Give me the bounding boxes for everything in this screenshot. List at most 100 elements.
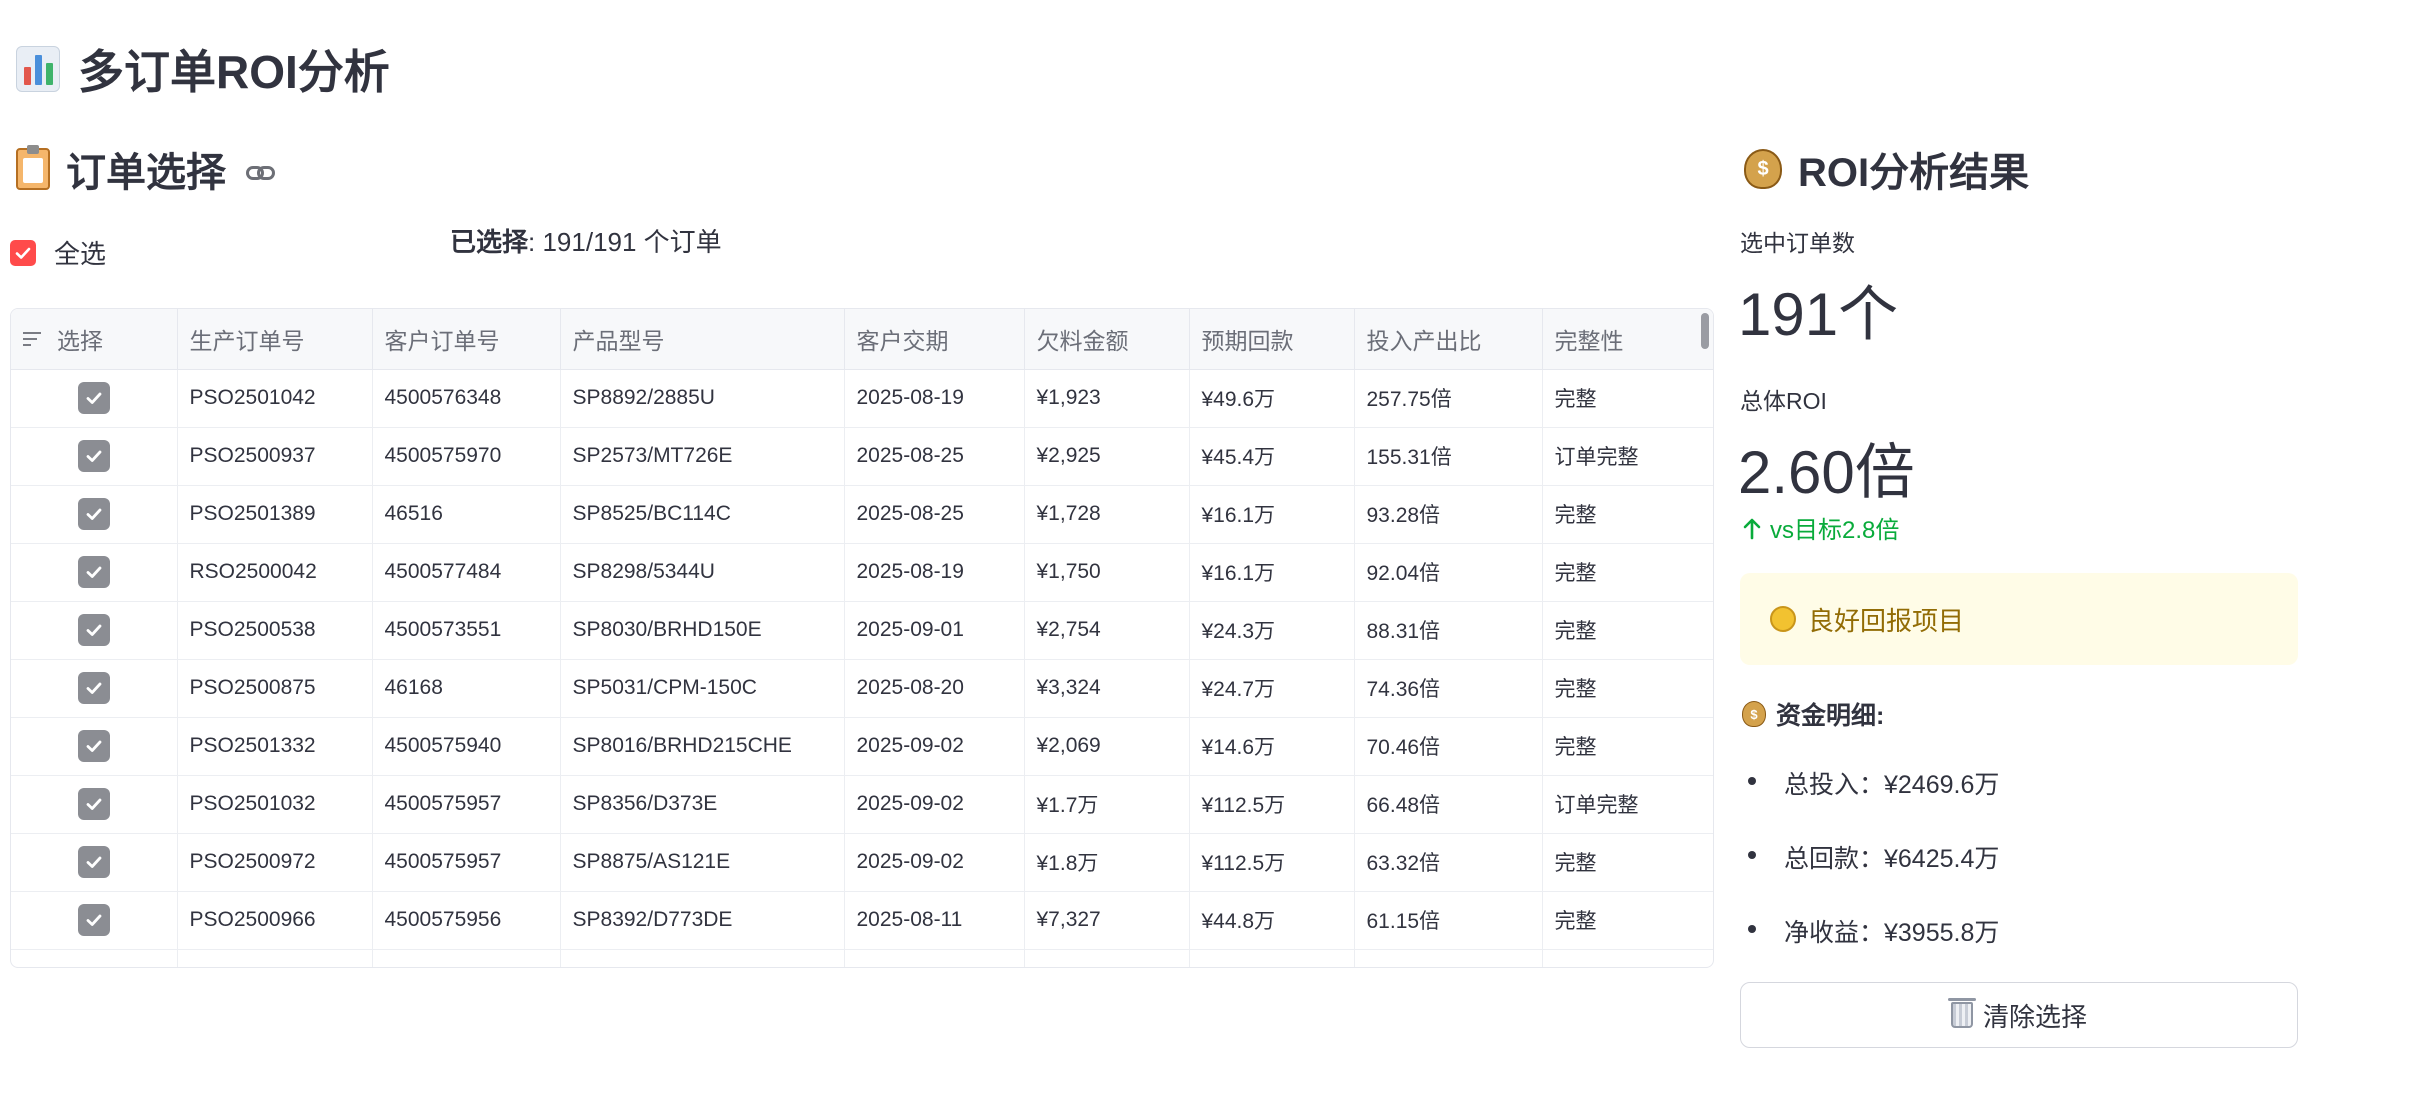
row-select-cell[interactable] xyxy=(11,601,178,660)
clear-selection-button[interactable]: 清除选择 xyxy=(1740,982,2298,1048)
table-header-row: 选择 生产订单号 客户订单号 产品型号 客户交期 欠料金额 预期回款 投入产出比… xyxy=(11,309,1713,370)
shortage-amount-cell: ¥1,923 xyxy=(1024,369,1190,428)
roi-delta-text: vs目标2.8倍 xyxy=(1770,517,1900,544)
delivery-date-cell: 2025-09-02 xyxy=(844,775,1025,834)
row-checkbox[interactable] xyxy=(77,614,110,646)
roi-status-text: 良好回报项目 xyxy=(1808,605,1965,636)
table-row[interactable]: PSO2500937 4500575970 SP2573/MT726E 2025-08… xyxy=(11,427,1713,486)
roi-cell: 63.32倍 xyxy=(1354,833,1543,892)
row-checkbox[interactable] xyxy=(77,788,110,820)
link-icon[interactable] xyxy=(246,166,276,182)
column-header-production-order[interactable]: 生产订单号 xyxy=(177,309,373,370)
table-row[interactable]: PSO2501032 4500575957 SP8356/D373E 2025-09-… xyxy=(11,775,1713,834)
customer-order-cell: 4500577484 xyxy=(372,543,561,602)
roi-cell: 93.28倍 xyxy=(1354,485,1543,544)
row-checkbox[interactable] xyxy=(77,846,110,878)
selected-orders-label: 选中订单数 xyxy=(1740,230,1855,256)
table-scrollbar[interactable] xyxy=(1701,313,1709,349)
expected-return-cell: ¥45.4万 xyxy=(1189,427,1355,486)
table-row[interactable]: PSO2500875 46168 SP5031/CPM-150C 2025-08-20… xyxy=(11,659,1713,718)
select-all-label: 全选 xyxy=(54,239,107,269)
row-select-cell[interactable] xyxy=(11,485,178,544)
column-header-roi[interactable]: 投入产出比 xyxy=(1354,309,1543,370)
table-row[interactable]: PSO2500966 4500575956 SP8392/D773DE 2025-08… xyxy=(11,891,1713,950)
roi-cell: 70.46倍 xyxy=(1354,717,1543,776)
row-select-cell[interactable] xyxy=(11,659,178,718)
production-order-cell: RSO2500042 xyxy=(177,543,373,602)
shortage-amount-cell: ¥1.7万 xyxy=(1024,775,1190,834)
row-select-cell[interactable] xyxy=(11,369,178,428)
row-select-cell[interactable] xyxy=(11,833,178,892)
shortage-amount-cell: ¥1,750 xyxy=(1024,543,1190,602)
column-menu-icon[interactable] xyxy=(23,331,45,347)
expected-return-cell: ¥112.5万 xyxy=(1189,775,1355,834)
row-select-cell[interactable] xyxy=(11,775,178,834)
table-row[interactable]: PSO2501389 46516 SP8525/BC114C 2025-08-25 ¥1… xyxy=(11,485,1713,544)
selected-orders-value: 191个 xyxy=(1738,281,1899,348)
row-select-cell[interactable] xyxy=(11,891,178,950)
production-order-cell: PSO2501389 xyxy=(177,485,373,544)
partial-cell xyxy=(560,949,845,967)
customer-order-cell: 4500575956 xyxy=(372,891,561,950)
completeness-cell: 完整 xyxy=(1542,485,1713,544)
row-checkbox[interactable] xyxy=(77,382,110,414)
delivery-date-cell: 2025-09-02 xyxy=(844,833,1025,892)
shortage-amount-cell: ¥7,327 xyxy=(1024,891,1190,950)
product-model-cell: SP8392/D773DE xyxy=(560,891,845,950)
roi-delta: vs目标2.8倍 xyxy=(1742,510,1899,545)
table-row[interactable]: PSO2500972 4500575957 SP8875/AS121E 2025-09… xyxy=(11,833,1713,892)
column-header-product-model[interactable]: 产品型号 xyxy=(560,309,845,370)
row-checkbox[interactable] xyxy=(77,556,110,588)
column-header-delivery-date[interactable]: 客户交期 xyxy=(844,309,1025,370)
product-model-cell: SP8875/AS121E xyxy=(560,833,845,892)
select-all-checkbox[interactable]: 全选 xyxy=(10,234,106,271)
expected-return-cell: ¥24.3万 xyxy=(1189,601,1355,660)
row-select-cell[interactable] xyxy=(11,717,178,776)
delivery-date-cell: 2025-08-20 xyxy=(844,659,1025,718)
row-checkbox[interactable] xyxy=(77,904,110,936)
total-roi-label: 总体ROI xyxy=(1740,388,1827,414)
row-checkbox[interactable] xyxy=(77,730,110,762)
partial-cell xyxy=(1024,949,1190,967)
table-row[interactable]: PSO2501332 4500575940 SP8016/BRHD215CHE 202… xyxy=(11,717,1713,776)
production-order-cell: PSO2500937 xyxy=(177,427,373,486)
fund-detail-total-return: 总回款：¥6425.4万 xyxy=(1744,839,1999,913)
partial-cell xyxy=(177,949,373,967)
production-order-cell: PSO2501032 xyxy=(177,775,373,834)
roi-cell: 74.36倍 xyxy=(1354,659,1543,718)
product-model-cell: SP8016/BRHD215CHE xyxy=(560,717,845,776)
production-order-cell: PSO2500966 xyxy=(177,891,373,950)
row-checkbox[interactable] xyxy=(77,672,110,704)
completeness-cell: 完整 xyxy=(1542,543,1713,602)
delivery-date-cell: 2025-08-19 xyxy=(844,369,1025,428)
roi-cell: 66.48倍 xyxy=(1354,775,1543,834)
roi-cell: 61.15倍 xyxy=(1354,891,1543,950)
table-row[interactable]: RSO2500042 4500577484 SP8298/5344U 2025-08-… xyxy=(11,543,1713,602)
row-select-cell[interactable] xyxy=(11,543,178,602)
column-header-customer-order[interactable]: 客户订单号 xyxy=(372,309,561,370)
checkbox-checked-icon[interactable] xyxy=(10,239,36,266)
expected-return-cell: ¥16.1万 xyxy=(1189,485,1355,544)
row-checkbox[interactable] xyxy=(77,440,110,472)
table-row-partial[interactable] xyxy=(11,949,1713,967)
production-order-cell: PSO2501042 xyxy=(177,369,373,428)
selected-info-label: 已选择 xyxy=(450,227,529,257)
delivery-date-cell: 2025-09-02 xyxy=(844,717,1025,776)
column-header-expected-return[interactable]: 预期回款 xyxy=(1189,309,1355,370)
column-header-completeness[interactable]: 完整性 xyxy=(1542,309,1713,370)
partial-cell xyxy=(11,949,178,967)
table-row[interactable]: PSO2501042 4500576348 SP8892/2885U 2025-08-… xyxy=(11,369,1713,428)
row-checkbox[interactable] xyxy=(77,498,110,530)
table-row[interactable]: PSO2500538 4500573551 SP8030/BRHD150E 2025-… xyxy=(11,601,1713,660)
delivery-date-cell: 2025-08-25 xyxy=(844,427,1025,486)
selected-info-value: : 191/191 个订单 xyxy=(528,227,722,257)
orders-table[interactable]: 选择 生产订单号 客户订单号 产品型号 客户交期 欠料金额 预期回款 投入产出比… xyxy=(10,308,1714,968)
partial-cell xyxy=(372,949,561,967)
row-select-cell[interactable] xyxy=(11,427,178,486)
production-order-cell: PSO2501332 xyxy=(177,717,373,776)
column-header-select[interactable]: 选择 xyxy=(11,309,178,370)
product-model-cell: SP8356/D373E xyxy=(560,775,845,834)
column-header-shortage-amount[interactable]: 欠料金额 xyxy=(1024,309,1190,370)
customer-order-cell: 46168 xyxy=(372,659,561,718)
page-title: 多订单ROI分析 xyxy=(16,36,390,102)
